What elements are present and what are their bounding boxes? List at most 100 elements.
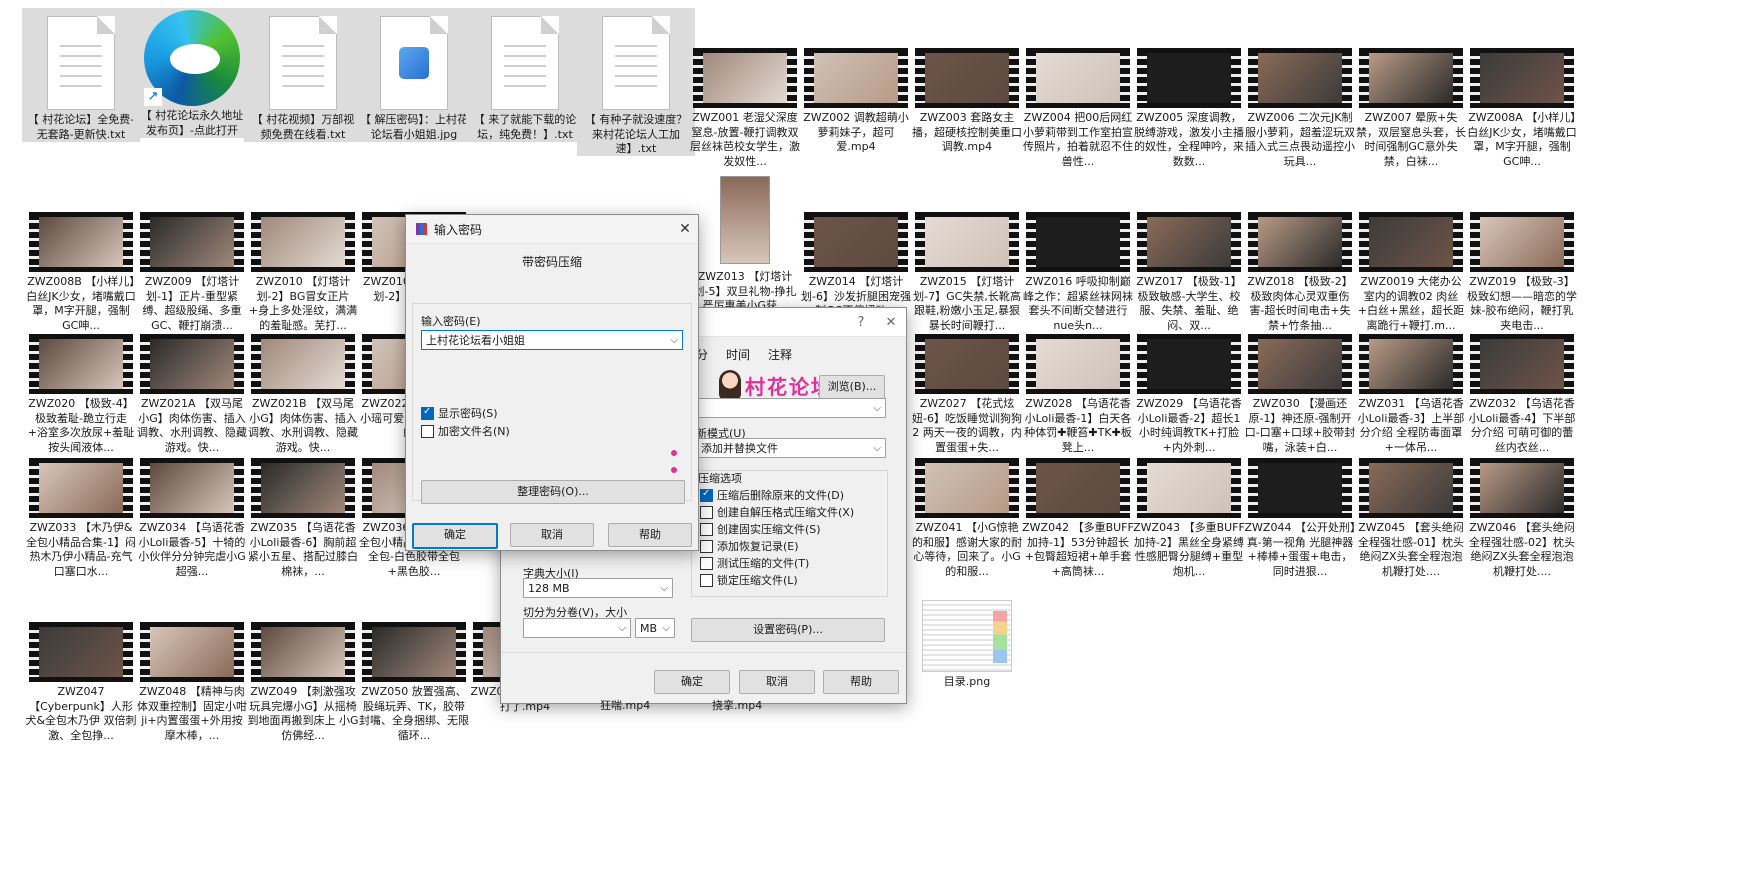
- file-item[interactable]: ZWZ043 【多重BUFF加持-2】黑丝全身紧缚 性感肥臀分腿缚+重型炮机..…: [1130, 458, 1248, 579]
- file-name: ZWZ007 晕厥+失禁，双层窒息头套，长时间强制GC意外失禁，白袜...: [1356, 111, 1466, 168]
- video-thumbnail: [1137, 212, 1241, 272]
- file-item[interactable]: ZWZ018 【极致-2】极致肉体心灵双重伤害-超长时间电击+失禁+竹条抽...: [1241, 212, 1359, 333]
- file-item[interactable]: ZWZ009 【灯塔计划-1】正片-重型紧缚、超级股绳、多重GC、鞭打崩溃...: [133, 212, 251, 333]
- close-icon[interactable]: ✕: [672, 221, 698, 237]
- cancel-button[interactable]: 取消: [510, 523, 594, 547]
- file-item[interactable]: ZWZ046 【套头绝闷全程强壮感-02】枕头绝闷ZX头套全程泡泡机鞭打处...…: [1463, 458, 1581, 579]
- file-item[interactable]: ZWZ014 【灯塔计划-6】沙发折腿困宠强制GC不停扭动...: [797, 212, 915, 319]
- file-item[interactable]: ZWZ045 【套头绝闷全程强壮感-01】枕头绝闷ZX头套全程泡泡机鞭打处...…: [1352, 458, 1470, 579]
- file-item[interactable]: ZWZ001 老湿父深度窒息-放置-鞭打调教双层丝袜芭校女学生，激发奴性...: [686, 48, 804, 169]
- file-name: ZWZ004 把00后网红小萝莉带到工作室拍宣传照片，拍着就忍不住兽性...: [1023, 111, 1133, 168]
- file-item[interactable]: ZWZ033 【木乃伊&全包小精品合集-1】闷热木乃伊小精品-充气口塞口水...: [22, 458, 140, 579]
- checkbox-box: [700, 539, 713, 553]
- file-name: 【 解压密码】：上村花论坛看小姐姐.jpg: [360, 113, 468, 141]
- file-item[interactable]: ZWZ042 【多重BUFF加持-1】53分钟超长+包臀超短裙+单手套+高筒袜.…: [1019, 458, 1137, 579]
- split-unit-select[interactable]: MB ⌵: [635, 618, 675, 638]
- file-item[interactable]: ZWZ015 【灯塔计划-7】GC失禁,长靴高跟鞋,粉嫩小玉足,暴狠暴长时间鞭打…: [908, 212, 1026, 333]
- video-thumbnail: [251, 458, 355, 518]
- file-item[interactable]: ZWZ019 【极致-3】极致幻想——暗恋的学妹-胶布绝闷，鞭打乳夹电击...: [1463, 212, 1581, 333]
- encrypt-filenames-checkbox[interactable]: 加密文件名(N): [421, 423, 510, 439]
- pink-dot-icon: [671, 450, 677, 456]
- file-item[interactable]: ZWZ017 【极致-1】极致敏感-大学生、校服、失禁、羞耻、绝闷、双...: [1130, 212, 1248, 333]
- archive-option-checkbox[interactable]: 锁定压缩文件(L): [700, 572, 798, 588]
- file-item[interactable]: ZWZ013 【灯塔计划-5】双旦礼物-挣扎 严厉惠美小G获...: [686, 176, 804, 314]
- file-name: ZWZ034 【乌语花香 小Loli最香-5】十犄的小伙伴分分钟完虐小G 超强.…: [138, 521, 246, 578]
- file-item[interactable]: ZWZ044 【公开处刑】真-第一视角 光腿神器+棒棒+蛋蛋+电击，同时进狠..…: [1241, 458, 1359, 579]
- file-item[interactable]: 目录.png: [908, 600, 1026, 690]
- file-item[interactable]: ZWZ0019 大佬办公室内的调教02 肉丝+白丝+黑丝，超长距离跪行+鞭打.m…: [1352, 212, 1470, 333]
- file-name: ZWZ021B 【双马尾小G】肉体伤害、插入调教、水刑调教、隐藏游戏。快...: [248, 397, 358, 454]
- file-item[interactable]: ↗ 【 村花论坛永久地址发布页】-点此打开: [133, 8, 251, 138]
- split-size-select[interactable]: ⌵: [523, 618, 631, 638]
- checkbox-box: [421, 424, 434, 438]
- file-item[interactable]: ZWZ010 【灯塔计划-2】BG冒女正片+身上多处淫纹，满满的羞耻感。芜打..…: [244, 212, 362, 333]
- tab-time[interactable]: 时间: [726, 346, 750, 363]
- chevron-down-icon: ⌵: [660, 583, 668, 594]
- archive-name-field[interactable]: ⌵: [696, 398, 886, 418]
- archive-option-checkbox[interactable]: 创建自解压格式压缩文件(X): [700, 504, 854, 520]
- file-item[interactable]: ZWZ031 【乌语花香 小Loli最香-3】上半部分介绍 全程防毒面罩+一体吊…: [1352, 334, 1470, 455]
- update-mode-select[interactable]: 添加并替换文件 ⌵: [696, 438, 886, 458]
- file-item[interactable]: ZWZ006 二次元JK制服小萝莉，超羞涩玩双插入式三点畏动遥控小玩具...: [1241, 48, 1359, 169]
- file-item[interactable]: ZWZ007 晕厥+失禁，双层窒息头套，长时间强制GC意外失禁，白袜...: [1352, 48, 1470, 169]
- file-item[interactable]: ZWZ016 呼吸抑制巅峰之作：超紧丝袜网袜套头不间断交替进行 nue头n...: [1019, 212, 1137, 333]
- ok-button[interactable]: 确定: [654, 670, 730, 694]
- archive-option-checkbox[interactable]: 添加恢复记录(E): [700, 538, 799, 554]
- close-icon[interactable]: ✕: [876, 315, 906, 330]
- file-item[interactable]: ZWZ021A 【双马尾小G】肉体伤害、插入调教、水刑调教、隐藏游戏。快...: [133, 334, 251, 455]
- file-item[interactable]: ZWZ008A 【小样儿】白丝JK少女，堵嘴戴口罩，M字开腿，强制GC呻...: [1463, 48, 1581, 169]
- help-button[interactable]: 帮助: [823, 670, 899, 694]
- file-item[interactable]: 【 有种子就没速度？来村花论坛人工加速】.txt: [577, 8, 695, 156]
- organize-passwords-button[interactable]: 整理密码(O)...: [421, 480, 685, 504]
- file-item[interactable]: ZWZ004 把00后网红小萝莉带到工作室拍宣传照片，拍着就忍不住兽性...: [1019, 48, 1137, 169]
- file-item[interactable]: ZWZ020 【极致-4】极致羞耻-跪立行走+浴室多次放尿+羞耻按头闻液体...: [22, 334, 140, 455]
- dict-size-select[interactable]: 128 MB ⌵: [523, 578, 673, 598]
- browse-button[interactable]: 浏览(B)...: [819, 375, 885, 399]
- file-item[interactable]: 【 解压密码】：上村花论坛看小姐姐.jpg: [355, 8, 473, 142]
- file-item[interactable]: ZWZ002 调教超萌小萝莉妹子，超可爱.mp4: [797, 48, 915, 155]
- video-thumbnail: [29, 458, 133, 518]
- file-item[interactable]: ZWZ047 【Cyberpunk】人形犬&全包木乃伊 双倍刺激、全包挣...: [22, 622, 140, 743]
- file-item[interactable]: ZWZ049 【刺激强攻玩具完爆小G】从摇椅到地面再搬到床上 小G仿佛经...: [244, 622, 362, 743]
- password-input[interactable]: 上村花论坛看小姐姐 ⌵: [421, 330, 683, 350]
- file-name: ZWZ015 【灯塔计划-7】GC失禁,长靴高跟鞋,粉嫩小玉足,暴狠暴长时间鞭打…: [913, 275, 1021, 332]
- file-item[interactable]: ZWZ030 【漫画还原-1】神还原-强制开口-口塞+口球+胶带封嘴，泳装+白.…: [1241, 334, 1359, 455]
- file-item[interactable]: 【 村花视频】万部视频免费在线看.txt: [244, 8, 362, 142]
- file-item[interactable]: 【 来了就能下载的论坛，纯免费！】.txt: [466, 8, 584, 142]
- file-name: ZWZ006 二次元JK制服小萝莉，超羞涩玩双插入式三点畏动遥控小玩具...: [1245, 111, 1355, 168]
- archive-option-checkbox[interactable]: 压缩后删除原来的文件(D): [700, 487, 844, 503]
- file-item[interactable]: ZWZ048 【精神与肉体双重控制】固定小咁ji+内置蛋蛋+外用按摩木棒，...: [133, 622, 251, 743]
- ok-button[interactable]: 确定: [412, 523, 498, 549]
- file-name: ZWZ044 【公开处刑】真-第一视角 光腿神器+棒棒+蛋蛋+电击，同时进狠..…: [1244, 521, 1356, 578]
- file-name: ZWZ008A 【小样儿】白丝JK少女，堵嘴戴口罩，M字开腿，强制GC呻...: [1467, 111, 1577, 168]
- file-name: 目录.png: [943, 675, 991, 688]
- file-item[interactable]: ZWZ003 套路女主播，超硬核控制美重口调教.mp4: [908, 48, 1026, 155]
- help-icon[interactable]: ?: [846, 315, 876, 330]
- file-name: ZWZ033 【木乃伊&全包小精品合集-1】闷热木乃伊小精品-充气口塞口水...: [26, 521, 136, 578]
- tab-comment[interactable]: 注释: [768, 346, 792, 363]
- file-item[interactable]: ZWZ034 【乌语花香 小Loli最香-5】十犄的小伙伴分分钟完虐小G 超强.…: [133, 458, 251, 579]
- checkbox-box: [700, 556, 713, 570]
- file-item[interactable]: ZWZ035 【乌语花香 小Loli最香-6】胸前超紧小五星、搭配过膝白棉袜，.…: [244, 458, 362, 579]
- file-item[interactable]: ZWZ027 【花式炫妞-6】吃饭睡觉训狗狗2 两天一夜的调教，内置蛋蛋+失..…: [908, 334, 1026, 455]
- pink-dot-icon: [671, 467, 677, 473]
- show-password-checkbox[interactable]: 显示密码(S): [421, 405, 498, 421]
- file-name: ZWZ030 【漫画还原-1】神还原-强制开口-口塞+口球+胶带封嘴，泳装+白.…: [1244, 397, 1356, 454]
- file-name: ZWZ001 老湿父深度窒息-放置-鞭打调教双层丝袜芭校女学生，激发奴性...: [690, 111, 800, 168]
- file-item[interactable]: ZWZ029 【乌语花香 小Loli最香-2】超长1小时纯调教TK+打脸+内外刺…: [1130, 334, 1248, 455]
- file-item[interactable]: ZWZ008B 【小样儿】白丝JK少女，堵嘴戴口罩，M字开腿，强制GC呻...: [22, 212, 140, 333]
- cancel-button[interactable]: 取消: [739, 670, 815, 694]
- archive-option-checkbox[interactable]: 创建固实压缩文件(S): [700, 521, 821, 537]
- file-item[interactable]: ZWZ050 放置强高、股绳玩弄、TK，胶带封嘴、全身捆绑、无限循环...: [355, 622, 473, 743]
- file-item[interactable]: 【 村花论坛】全免费-无套路-更新快.txt: [22, 8, 140, 142]
- file-item[interactable]: ZWZ021B 【双马尾小G】肉体伤害、插入调教、水刑调教、隐藏游戏。快...: [244, 334, 362, 455]
- set-password-button[interactable]: 设置密码(P)...: [691, 618, 885, 642]
- file-name: ZWZ009 【灯塔计划-1】正片-重型紧缚、超级股绳、多重GC、鞭打崩溃...: [142, 275, 242, 332]
- file-item[interactable]: ZWZ028 【乌语花香 小Loli最香-1】白天各种体罚✚鞭笞✚TK✚板凳上.…: [1019, 334, 1137, 455]
- text-file-icon: [269, 16, 337, 110]
- file-item[interactable]: ZWZ005 深度调教，脱缚游戏，激发小主播的奴性，全程呻吟，来数数...: [1130, 48, 1248, 169]
- archive-option-checkbox[interactable]: 测试压缩的文件(T): [700, 555, 809, 571]
- file-item[interactable]: ZWZ041 【小G惊艳的和服】感谢大家的耐心等待，回来了。小G的和服...: [908, 458, 1026, 579]
- file-item[interactable]: ZWZ032 【乌语花香 小Loli最香-4】下半部分介绍 可萌可御的蕾丝内衣丝…: [1463, 334, 1581, 455]
- help-button[interactable]: 帮助: [608, 523, 692, 547]
